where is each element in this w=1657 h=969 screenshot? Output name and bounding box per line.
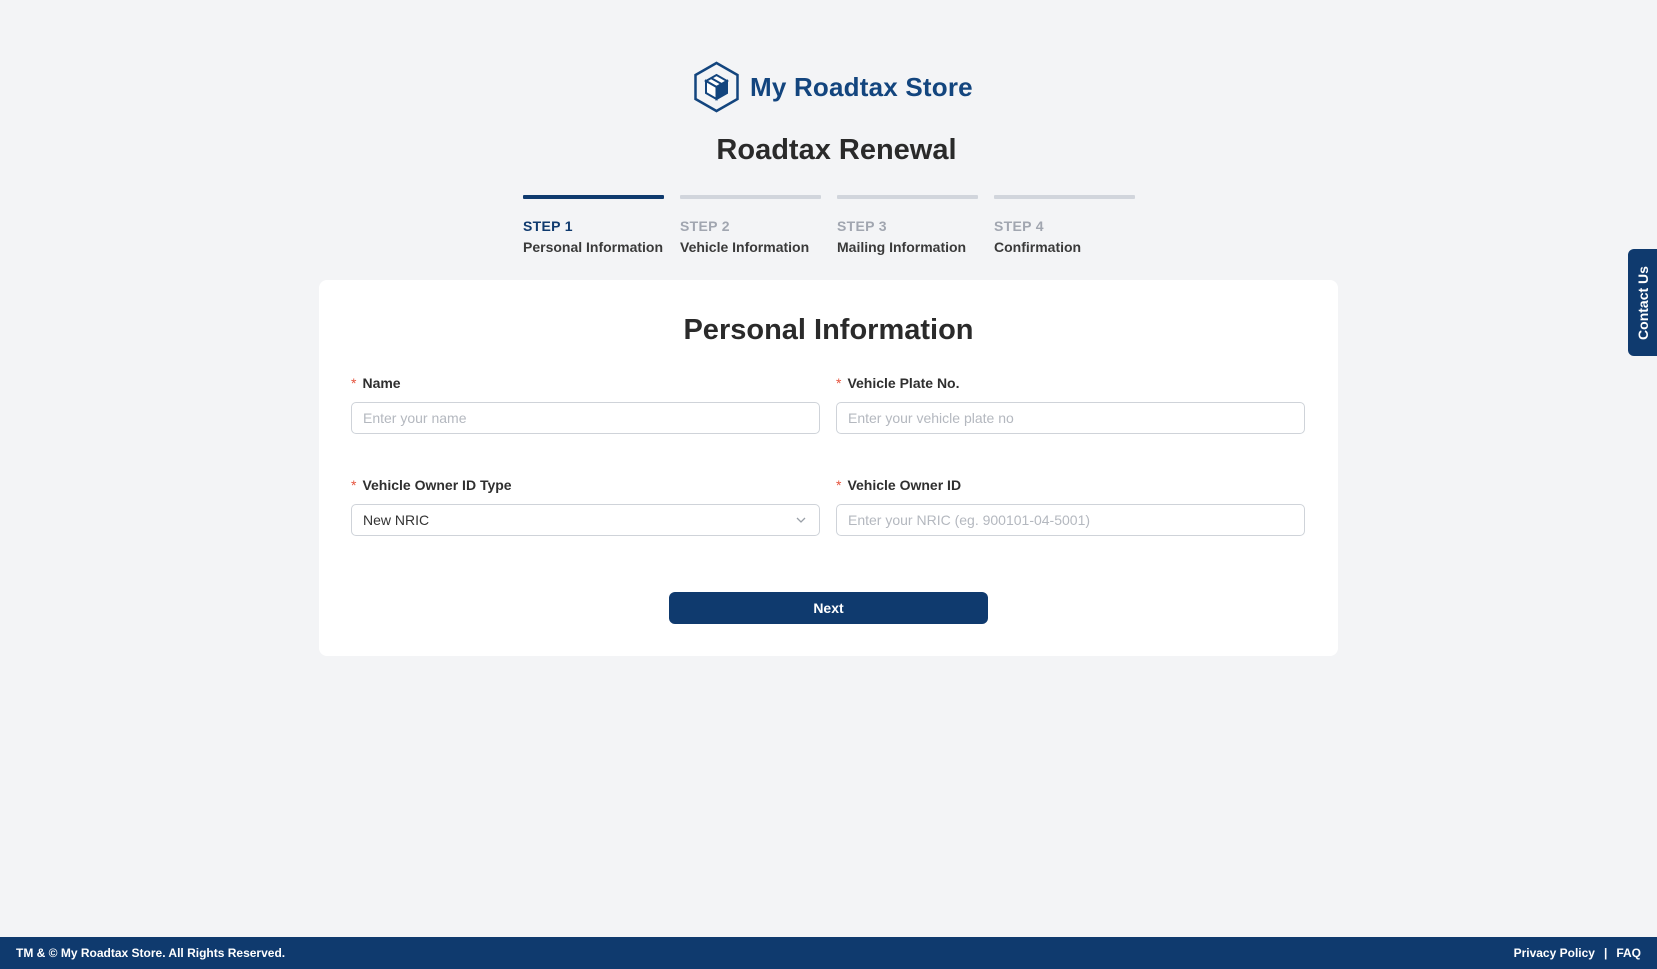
step-3-progress-bar (837, 195, 978, 199)
privacy-policy-link[interactable]: Privacy Policy (1514, 946, 1595, 960)
step-2-number: STEP 2 (680, 218, 730, 234)
step-1: STEP 1 Personal Information (523, 195, 664, 255)
name-label-text: Name (362, 375, 401, 391)
chevron-down-icon (796, 517, 806, 523)
contact-us-tab[interactable]: Contact Us (1628, 249, 1657, 356)
step-4-progress-bar (994, 195, 1135, 199)
stepper: STEP 1 Personal Information STEP 2 Vehic… (523, 195, 1135, 255)
next-button[interactable]: Next (669, 592, 988, 624)
step-1-label: Personal Information (523, 239, 664, 255)
step-1-progress-bar (523, 195, 664, 199)
footer: TM & © My Roadtax Store. All Rights Rese… (0, 937, 1657, 969)
required-marker: * (351, 477, 357, 493)
id-type-label-text: Vehicle Owner ID Type (362, 477, 512, 493)
owner-id-field: * Vehicle Owner ID (836, 476, 1305, 536)
step-1-number: STEP 1 (523, 218, 573, 234)
required-marker: * (836, 375, 842, 391)
step-3-number: STEP 3 (837, 218, 887, 234)
name-label: * Name (351, 374, 820, 392)
owner-id-label: * Vehicle Owner ID (836, 476, 1305, 494)
required-marker: * (836, 477, 842, 493)
id-type-label: * Vehicle Owner ID Type (351, 476, 820, 494)
plate-field: * Vehicle Plate No. (836, 374, 1305, 434)
owner-id-type-value: New NRIC (363, 512, 430, 528)
footer-links: Privacy Policy | FAQ (1514, 946, 1641, 960)
owner-id-type-select[interactable]: New NRIC (351, 504, 820, 536)
personal-info-form: Personal Information * Name * Vehicle Plat… (319, 280, 1338, 656)
step-2-progress-bar (680, 195, 821, 199)
plate-label: * Vehicle Plate No. (836, 374, 1305, 392)
vehicle-plate-input[interactable] (836, 402, 1305, 434)
step-3: STEP 3 Mailing Information (837, 195, 978, 255)
footer-copyright: TM & © My Roadtax Store. All Rights Rese… (16, 946, 286, 960)
faq-link[interactable]: FAQ (1616, 946, 1641, 960)
page: My Roadtax Store Roadtax Renewal STEP 1 … (0, 0, 1657, 969)
hexagon-box-icon (694, 61, 739, 113)
step-3-label: Mailing Information (837, 239, 967, 255)
name-field: * Name (351, 374, 820, 434)
step-4: STEP 4 Confirmation (994, 195, 1135, 255)
required-marker: * (351, 375, 357, 391)
page-title: Roadtax Renewal (716, 134, 957, 166)
owner-id-input[interactable] (836, 504, 1305, 536)
form-title: Personal Information (683, 314, 974, 346)
step-4-number: STEP 4 (994, 218, 1044, 234)
step-4-label: Confirmation (994, 239, 1082, 255)
brand-name: My Roadtax Store (750, 71, 973, 102)
owner-id-label-text: Vehicle Owner ID (847, 477, 962, 493)
name-input[interactable] (351, 402, 820, 434)
contact-us-label: Contact Us (1634, 265, 1651, 340)
plate-label-text: Vehicle Plate No. (847, 375, 960, 391)
brand-logo[interactable]: My Roadtax Store (693, 61, 973, 113)
footer-separator: | (1603, 946, 1608, 960)
step-2: STEP 2 Vehicle Information (680, 195, 821, 255)
step-2-label: Vehicle Information (680, 239, 810, 255)
id-type-field: * Vehicle Owner ID Type New NRIC (351, 476, 820, 536)
